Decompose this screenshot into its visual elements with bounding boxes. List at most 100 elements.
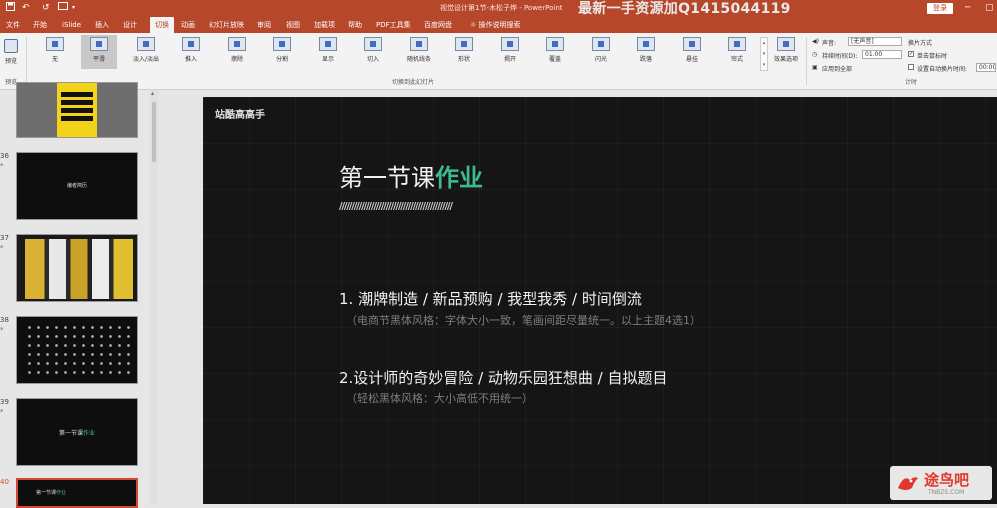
assignment-2[interactable]: 2.设计师的奇妙冒险 / 动物乐园狂想曲 / 自拟题目 bbox=[339, 367, 668, 388]
transition-drape[interactable]: 悬挂 bbox=[674, 35, 710, 69]
brand-label: 站酷高高手 bbox=[215, 110, 265, 121]
transition-cut[interactable]: 切入 bbox=[355, 35, 391, 69]
animation-marker: * bbox=[0, 244, 4, 252]
transition-random-bars[interactable]: 随机线条 bbox=[401, 35, 437, 69]
transition-none[interactable]: 无 bbox=[37, 35, 73, 69]
tab-baidu-netdisk[interactable]: 百度网盘 bbox=[424, 17, 452, 33]
transition-fade-icon bbox=[137, 37, 155, 51]
tab-review[interactable]: 审阅 bbox=[257, 17, 271, 33]
tab-animations[interactable]: 动画 bbox=[181, 17, 195, 33]
duration-input[interactable]: 01.00 bbox=[862, 50, 902, 59]
watermark-text: 最新一手资源加Q1415044119 bbox=[578, 1, 791, 17]
watermark-name: 途鸟吧 bbox=[924, 471, 970, 489]
tab-transitions[interactable]: 切换 bbox=[150, 17, 174, 33]
animation-marker: * bbox=[0, 326, 4, 334]
transition-fall-over[interactable]: 跌落 bbox=[628, 35, 664, 69]
ribbon-display-options-icon[interactable]: ▢ bbox=[985, 2, 994, 14]
ribbon-tabs: 文件 开始 iSlide 插入 设计 切换 动画 幻灯片放映 审阅 视图 加载项… bbox=[0, 17, 997, 33]
transition-label: 擦除 bbox=[230, 56, 243, 63]
assignment-1[interactable]: 1. 潮牌制造 / 新品预购 / 我型我秀 / 时间倒流 bbox=[339, 288, 642, 309]
sound-select[interactable]: [无声音] bbox=[848, 37, 902, 46]
transition-label: 随机线条 bbox=[406, 56, 431, 63]
transition-label: 悬挂 bbox=[685, 56, 698, 63]
transitions-group-label: 切换到此幻灯片 bbox=[392, 79, 435, 86]
thumbnail-scrollbar[interactable]: ▴ bbox=[150, 90, 158, 504]
transition-split[interactable]: 分割 bbox=[264, 35, 300, 69]
title-bar: ↶ ↺ ▾ 视觉设计第1节-木松子烨 - PowerPoint 最新一手资源加Q… bbox=[0, 0, 997, 17]
decorative-slashes: ////////////////////////////////////////… bbox=[339, 201, 453, 212]
slide-thumbnail[interactable] bbox=[16, 316, 138, 384]
transition-label: 揭开 bbox=[503, 56, 516, 63]
bird-logo-icon bbox=[896, 472, 920, 494]
group-divider bbox=[806, 37, 807, 85]
transition-curtains[interactable]: 帘式 bbox=[719, 35, 755, 69]
transition-morph-icon bbox=[90, 37, 108, 51]
save-icon[interactable] bbox=[6, 2, 15, 15]
transition-cut-icon bbox=[364, 37, 382, 51]
transition-morph[interactable]: 平滑 bbox=[81, 35, 117, 69]
slide-canvas[interactable]: 站酷高高手 第一节课作业 ///////////////////////////… bbox=[203, 97, 997, 504]
slide-thumbnail[interactable] bbox=[16, 82, 138, 138]
group-divider bbox=[26, 37, 27, 85]
poster-collage bbox=[25, 239, 133, 299]
tell-me-search[interactable]: ☼ 操作说明搜索 bbox=[470, 17, 521, 33]
after-checkbox[interactable] bbox=[908, 64, 914, 70]
slide-thumbnail[interactable]: 编者简历 bbox=[16, 152, 138, 220]
start-from-beginning-icon[interactable] bbox=[58, 2, 68, 15]
scrollbar-thumb[interactable] bbox=[152, 102, 156, 162]
undo-icon[interactable]: ↶ bbox=[22, 2, 30, 14]
title-accent: 作业 bbox=[435, 164, 483, 192]
tab-pdf-tools[interactable]: PDF工具集 bbox=[376, 17, 411, 33]
gallery-scroll[interactable]: ▴ ▾ ▾ bbox=[760, 37, 768, 71]
slide-number: 37 bbox=[0, 234, 9, 242]
redo-icon[interactable]: ↺ bbox=[42, 2, 50, 14]
customize-qat-icon[interactable]: ▾ bbox=[72, 2, 75, 14]
scroll-up-icon[interactable]: ▴ bbox=[151, 90, 154, 97]
transition-shape[interactable]: 形状 bbox=[446, 35, 482, 69]
slide-number: 40 bbox=[0, 478, 9, 486]
transition-label: 跌落 bbox=[639, 56, 652, 63]
assignment-1-note[interactable]: （电商节黑体风格：字体大小一致，笔画间距尽量统一。以上主题4选1） bbox=[346, 312, 701, 328]
effect-options-button[interactable]: 效果选项 bbox=[770, 35, 802, 69]
tab-slideshow[interactable]: 幻灯片放映 bbox=[209, 17, 244, 33]
lightbulb-icon: ☼ bbox=[470, 21, 477, 29]
slide-title[interactable]: 第一节课作业 bbox=[339, 164, 483, 192]
transition-drape-icon bbox=[683, 37, 701, 51]
slide-thumbnail-panel[interactable]: 36 * 编者简历 37 * 38 * 39 * 第一节课作业 40 第一节课作… bbox=[0, 82, 150, 508]
minimize-icon[interactable]: ─ bbox=[965, 2, 970, 14]
window-title: 视觉设计第1节-木松子烨 - PowerPoint bbox=[440, 4, 563, 12]
tab-file[interactable]: 文件 bbox=[6, 17, 20, 33]
transition-push[interactable]: 推入 bbox=[173, 35, 209, 69]
poster-lettering bbox=[61, 91, 93, 121]
transition-fade[interactable]: 淡入/淡出 bbox=[128, 35, 164, 69]
thumbnail-caption: 第一节课作业 bbox=[17, 428, 137, 437]
caption-main: 第一节课 bbox=[58, 430, 83, 437]
after-time-input[interactable]: 00:00.00 bbox=[976, 63, 996, 72]
sound-label: 声音: bbox=[822, 40, 837, 47]
on-click-checkbox[interactable]: ✓ bbox=[908, 51, 914, 57]
transition-reveal[interactable]: 显示 bbox=[310, 35, 346, 69]
tab-home[interactable]: 开始 bbox=[33, 17, 47, 33]
slide-thumbnail[interactable]: 第一节课作业 bbox=[16, 398, 138, 466]
timing-group-label: 计时 bbox=[905, 79, 918, 86]
transition-uncover[interactable]: 揭开 bbox=[492, 35, 528, 69]
transition-shape-icon bbox=[455, 37, 473, 51]
assignment-2-note[interactable]: （轻松黑体风格：大小高低不用统一） bbox=[346, 390, 533, 406]
transition-wipe[interactable]: 擦除 bbox=[219, 35, 255, 69]
lettering-grid bbox=[25, 323, 133, 379]
transition-cover[interactable]: 覆盖 bbox=[537, 35, 573, 69]
slide-thumbnail[interactable] bbox=[16, 234, 138, 302]
apply-all-button[interactable]: 应用到全部 bbox=[822, 64, 852, 73]
tab-insert[interactable]: 插入 bbox=[95, 17, 109, 33]
login-button[interactable]: 登录 bbox=[927, 3, 953, 14]
transition-label: 无 bbox=[51, 56, 58, 63]
duration-icon: ◷ bbox=[812, 51, 818, 58]
tab-islide[interactable]: iSlide bbox=[62, 17, 81, 33]
preview-button[interactable]: 预览 bbox=[0, 35, 22, 69]
tab-addins[interactable]: 加载项 bbox=[314, 17, 335, 33]
tab-help[interactable]: 帮助 bbox=[348, 17, 362, 33]
transition-flash[interactable]: 闪光 bbox=[583, 35, 619, 69]
tab-design[interactable]: 设计 bbox=[123, 17, 137, 33]
caption-accent: 作业 bbox=[56, 490, 67, 496]
tab-view[interactable]: 视图 bbox=[286, 17, 300, 33]
